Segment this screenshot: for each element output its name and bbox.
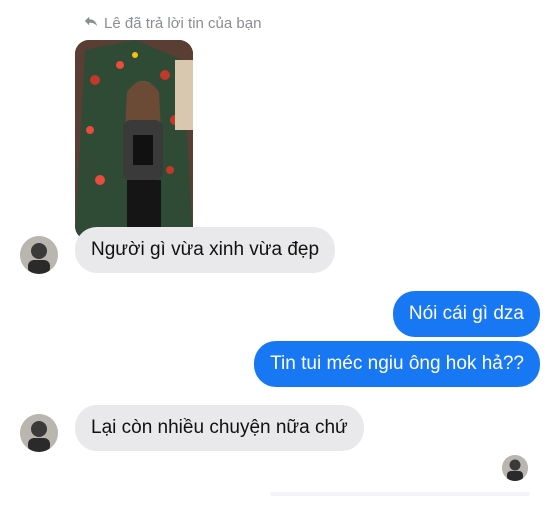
seen-receipt-avatar <box>502 455 528 481</box>
reply-arrow-icon <box>84 14 98 32</box>
message-bubble-outgoing[interactable]: Tin tui méc ngiu ông hok hả?? <box>254 341 540 387</box>
message-bubble-outgoing[interactable]: Nói cái gì dza <box>392 291 540 337</box>
message-bubble-incoming[interactable]: Người gì vừa xinh vừa đẹp <box>75 227 336 273</box>
quoted-photo[interactable] <box>75 40 193 240</box>
sender-avatar[interactable] <box>20 414 58 452</box>
divider <box>270 492 530 496</box>
message-bubble-incoming[interactable]: Lại còn nhiều chuyện nữa chứ <box>75 405 364 451</box>
reply-indicator: Lê đã trả lời tin của bạn <box>84 14 261 32</box>
reply-indicator-text: Lê đã trả lời tin của bạn <box>104 14 262 32</box>
sender-avatar[interactable] <box>20 236 58 274</box>
